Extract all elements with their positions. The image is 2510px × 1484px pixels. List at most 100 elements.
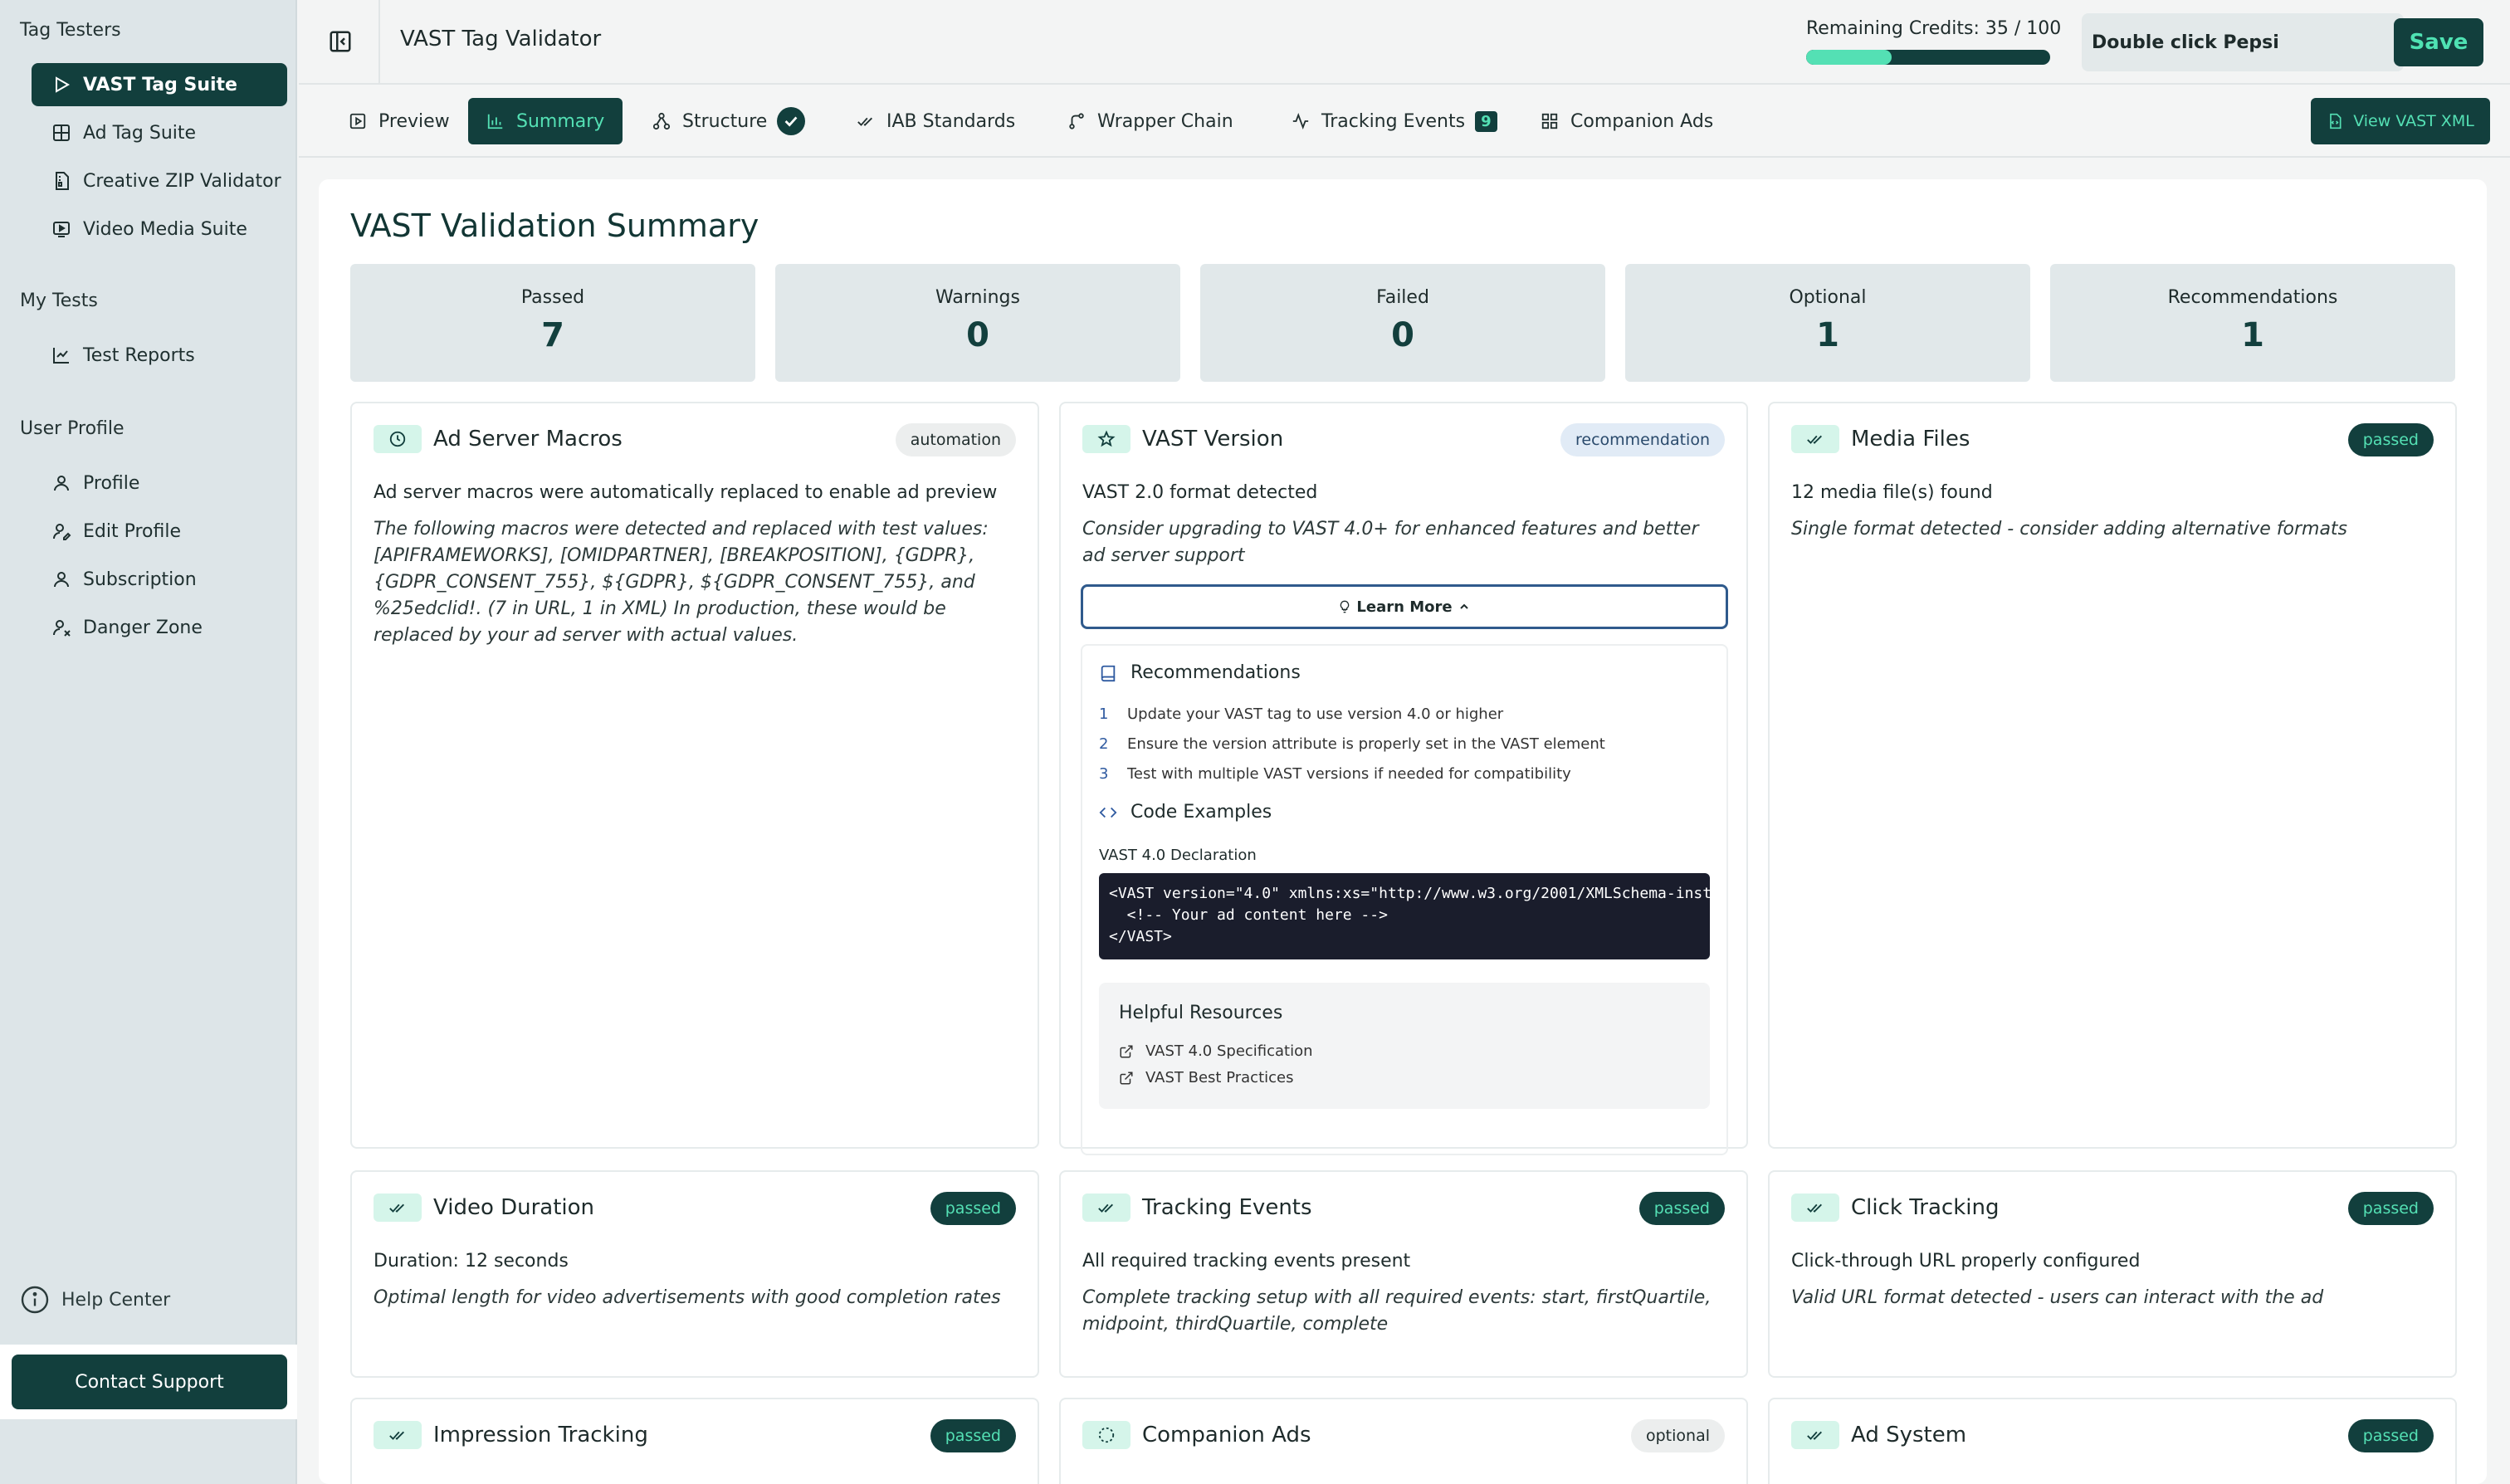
- card-message: 12 media file(s) found: [1791, 482, 1993, 503]
- recommendations-list: 1 Update your VAST tag to use version 4.0…: [1099, 699, 1605, 788]
- main-content: VAST Validation Summary Passed 7 Warning…: [319, 179, 2487, 1484]
- double-check-icon: [857, 117, 872, 126]
- chart-icon: [53, 348, 69, 364]
- user-card-icon: [54, 572, 69, 588]
- view-vast-xml-button[interactable]: View VAST XML: [2311, 98, 2490, 144]
- card-title: Impression Tracking: [433, 1423, 648, 1447]
- sidebar-item-video-media-suite[interactable]: Video Media Suite: [32, 207, 287, 251]
- tracking-events-count-badge: 9: [1475, 110, 1497, 132]
- status-badge: passed: [930, 1419, 1016, 1452]
- tab-wrapper-chain[interactable]: Wrapper Chain: [1049, 98, 1252, 144]
- code-icon: [1099, 807, 1117, 818]
- sidebar-item-creative-zip-validator[interactable]: Creative ZIP Validator: [32, 159, 287, 203]
- card-message: Click-through URL properly configured: [1791, 1251, 2141, 1272]
- status-badge: passed: [930, 1192, 1016, 1225]
- video-icon: [53, 222, 70, 237]
- card-tracking-events: Tracking Events passed All required trac…: [1059, 1170, 1748, 1378]
- card-message: Duration: 12 seconds: [374, 1251, 569, 1272]
- tab-tracking-events[interactable]: Tracking Events 9: [1273, 98, 1516, 144]
- tab-iab-standards[interactable]: IAB Standards: [838, 98, 1033, 144]
- card-ad-server-macros: Ad Server Macros automation Ad server ma…: [350, 402, 1039, 1149]
- card-detail: Complete tracking setup with all require…: [1082, 1287, 1712, 1335]
- section-my-tests: My Tests: [20, 290, 98, 311]
- divider: [378, 0, 380, 85]
- tab-bar: Preview Summary Structure IAB Standards …: [299, 86, 2510, 158]
- card-title: VAST Version: [1142, 427, 1284, 452]
- card-ad-system: Ad System passed: [1768, 1398, 2457, 1484]
- card-detail: Consider upgrading to VAST 4.0+ for enha…: [1082, 519, 1699, 566]
- status-badge: passed: [2347, 423, 2434, 456]
- status-badge: passed: [2347, 1192, 2434, 1225]
- sidebar-item-profile[interactable]: Profile: [32, 461, 287, 505]
- card-detail: Optimal length for video advertisements …: [374, 1287, 1001, 1308]
- book-icon: [1101, 665, 1116, 681]
- user-edit-icon: [53, 524, 71, 540]
- double-check-icon: [1791, 1194, 1839, 1222]
- stat-failed: Failed 0: [1200, 264, 1605, 382]
- app-title: VAST Tag Validator: [400, 27, 602, 51]
- card-title: Tracking Events: [1142, 1195, 1312, 1220]
- external-link-icon: [1120, 1045, 1133, 1057]
- card-title: Click Tracking: [1851, 1195, 2000, 1220]
- credits-label: Remaining Credits: 35 / 100: [1806, 18, 2062, 39]
- credits-progress-bar: [1806, 50, 2050, 65]
- star-icon: [1082, 425, 1130, 453]
- double-check-icon: [1791, 425, 1839, 453]
- git-branch-icon: [1069, 113, 1084, 129]
- sidebar-item-test-reports[interactable]: Test Reports: [32, 334, 287, 377]
- tab-summary[interactable]: Summary: [468, 98, 623, 144]
- card-vast-version: VAST Version recommendation VAST 2.0 for…: [1059, 402, 1748, 1155]
- credits-progress-fill: [1806, 50, 1892, 65]
- status-badge: recommendation: [1560, 423, 1725, 456]
- sidebar-item-subscription[interactable]: Subscription: [32, 558, 287, 601]
- help-center-link[interactable]: Help Center: [20, 1285, 170, 1315]
- save-button[interactable]: Save: [2394, 18, 2483, 66]
- info-icon: [21, 1286, 49, 1314]
- status-badge: automation: [895, 423, 1016, 456]
- user-icon: [54, 476, 69, 491]
- file-code-icon: [2330, 113, 2342, 129]
- stat-passed: Passed 7: [350, 264, 755, 382]
- card-detail: Valid URL format detected - users can in…: [1791, 1287, 2324, 1308]
- list-item: 2 Ensure the version attribute is properl…: [1099, 735, 1605, 753]
- contact-support-button[interactable]: Contact Support: [12, 1355, 287, 1409]
- sidebar-collapse-icon: [330, 31, 351, 52]
- card-title: Ad Server Macros: [433, 427, 623, 452]
- status-badge: passed: [1638, 1192, 1725, 1225]
- card-click-tracking: Click Tracking passed Click-through URL …: [1768, 1170, 2457, 1378]
- section-user-profile: User Profile: [20, 418, 125, 439]
- stat-warnings: Warnings 0: [775, 264, 1180, 382]
- resources-title: Helpful Resources: [1119, 1003, 1283, 1023]
- double-check-icon: [1082, 1194, 1130, 1222]
- code-examples-heading: Code Examples: [1099, 802, 1272, 823]
- card-title: Video Duration: [433, 1195, 595, 1220]
- sidebar-item-vast-tag-suite[interactable]: VAST Tag Suite: [32, 63, 287, 106]
- card-title: Companion Ads: [1142, 1423, 1311, 1447]
- resource-link-vast-spec[interactable]: VAST 4.0 Specification: [1119, 1042, 1313, 1060]
- card-companion-ads: Companion Ads optional: [1059, 1398, 1748, 1484]
- sidebar-item-danger-zone[interactable]: Danger Zone: [32, 606, 287, 649]
- user-x-icon: [53, 620, 71, 637]
- sidebar-item-ad-tag-suite[interactable]: Ad Tag Suite: [32, 111, 287, 154]
- resource-link-best-practices[interactable]: VAST Best Practices: [1119, 1069, 1293, 1086]
- code-label: VAST 4.0 Declaration: [1099, 847, 1257, 864]
- test-name-field: [2082, 13, 2404, 71]
- learn-more-button[interactable]: Learn More: [1081, 584, 1728, 629]
- tab-preview[interactable]: Preview: [330, 98, 468, 144]
- stat-recommendations: Recommendations 1: [2050, 264, 2455, 382]
- status-badge: optional: [1630, 1419, 1725, 1452]
- card-detail: Single format detected - consider adding…: [1791, 519, 2348, 539]
- sidebar-item-edit-profile[interactable]: Edit Profile: [32, 510, 287, 553]
- tab-structure[interactable]: Structure: [634, 98, 823, 144]
- card-media-files: Media Files passed 12 media file(s) foun…: [1768, 402, 2457, 1149]
- activity-icon: [1292, 113, 1309, 129]
- helpful-resources: Helpful Resources VAST 4.0 Specification…: [1099, 983, 1710, 1109]
- double-check-icon: [1791, 1421, 1839, 1449]
- tab-companion-ads[interactable]: Companion Ads: [1522, 98, 1731, 144]
- list-item: 3 Test with multiple VAST versions if nee…: [1099, 764, 1571, 783]
- sidebar: Tag Testers VAST Tag Suite Ad Tag Suite …: [0, 0, 297, 1484]
- test-name-input[interactable]: [2092, 25, 2390, 60]
- collapse-sidebar-button[interactable]: [324, 25, 357, 58]
- status-badge: passed: [2347, 1419, 2434, 1452]
- recommendations-panel: Recommendations 1 Update your VAST tag to…: [1081, 644, 1728, 1155]
